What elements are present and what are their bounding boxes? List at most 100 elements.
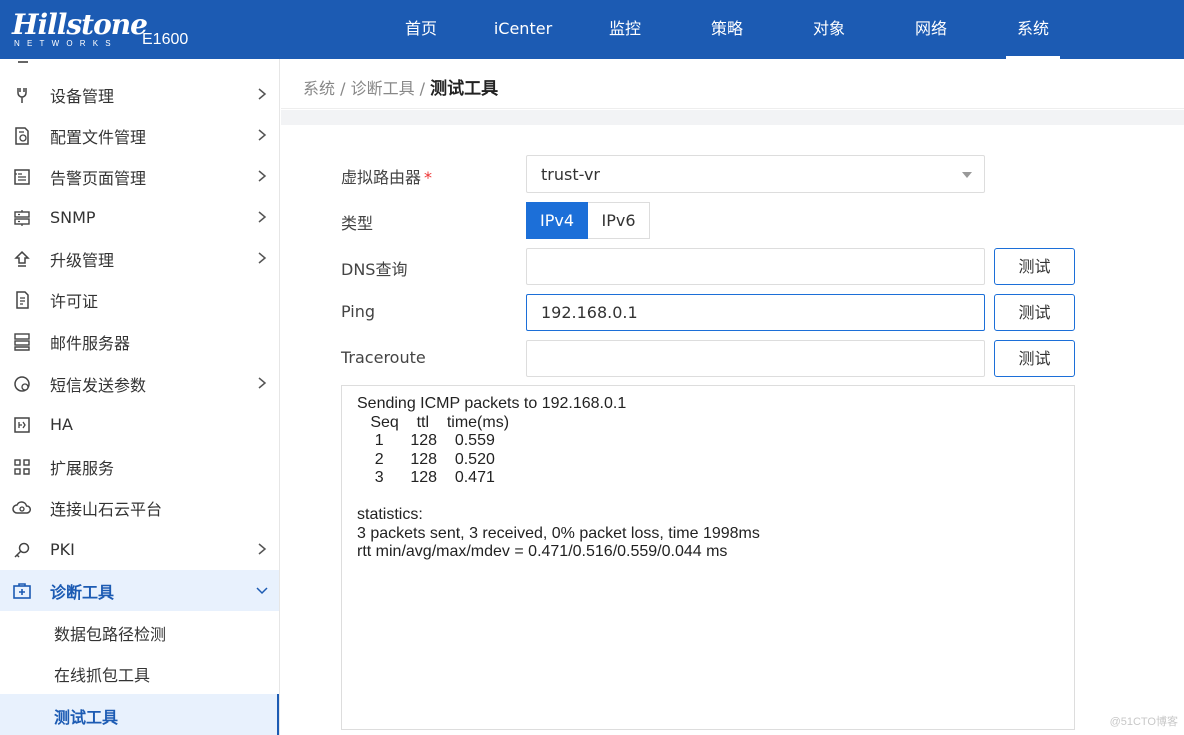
ipv4-option[interactable]: IPv4 xyxy=(526,202,588,239)
sidebar-item-label: 诊断工具 xyxy=(50,582,115,602)
sidebar-item-license[interactable]: 许可证 xyxy=(0,279,279,320)
vr-label-text: 虚拟路由器 xyxy=(341,168,422,187)
breadcrumb-current: 测试工具 xyxy=(430,79,499,99)
sidebar-subitem-label: 在线抓包工具 xyxy=(54,666,151,685)
sidebar-item-pki[interactable]: PKI xyxy=(0,529,279,570)
breadcrumb-bar: 系统 / 诊断工具 / 测试工具 xyxy=(281,59,1184,109)
nav-object[interactable]: 对象 xyxy=(778,0,880,59)
sidebar-item-snmp[interactable]: SNMP xyxy=(0,197,279,238)
caret-down-icon xyxy=(962,172,972,178)
hillstone-logo[interactable]: Hillstone NETWORKS xyxy=(12,10,148,50)
breadcrumb-path[interactable]: 系统 / 诊断工具 / xyxy=(303,79,430,98)
ping-label: Ping xyxy=(341,302,376,321)
sidebar-item-label: 升级管理 xyxy=(50,250,115,270)
nav-system[interactable]: 系统 xyxy=(982,0,1084,59)
traceroute-input[interactable] xyxy=(526,340,985,377)
output-line: 1 128 0.559 xyxy=(357,432,495,449)
output-line: statistics: xyxy=(357,506,423,523)
sidebar-item-sms[interactable]: 短信发送参数 xyxy=(0,363,279,404)
cloud-icon xyxy=(12,501,31,514)
sidebar-item-mail-server[interactable]: 邮件服务器 xyxy=(0,321,279,362)
sidebar-item-config-file[interactable]: 配置文件管理 xyxy=(0,115,279,156)
top-navbar: Hillstone NETWORKS E1600 首页 iCenter 监控 策… xyxy=(0,0,1184,59)
traceroute-label: Traceroute xyxy=(341,348,426,367)
sidebar-subitem-packet-path[interactable]: 数据包路径检测 xyxy=(0,611,279,652)
wrench-icon xyxy=(17,88,27,103)
sms-icon xyxy=(14,376,30,392)
chevron-right-icon xyxy=(258,543,267,555)
key-icon xyxy=(14,542,30,558)
ip-type-toggle: IPv4 IPv6 xyxy=(526,202,650,239)
sidebar-scroll-edge xyxy=(18,59,28,63)
sidebar-item-label: SNMP xyxy=(50,208,96,227)
nav-monitor[interactable]: 监控 xyxy=(574,0,676,59)
logo-brand-text: Hillstone xyxy=(12,8,148,41)
sidebar-item-diagnostic-tools[interactable]: 诊断工具 xyxy=(0,570,279,611)
dns-test-button[interactable]: 测试 xyxy=(994,248,1075,285)
sidebar-item-label: 配置文件管理 xyxy=(50,127,147,147)
main-nav: 首页 iCenter 监控 策略 对象 网络 系统 xyxy=(370,0,1084,59)
sidebar-item-upgrade[interactable]: 升级管理 xyxy=(0,238,279,279)
sidebar-item-label: 告警页面管理 xyxy=(50,168,147,188)
vr-label: 虚拟路由器 * xyxy=(341,164,432,188)
traceroute-test-button[interactable]: 测试 xyxy=(994,340,1075,377)
output-line: rtt min/avg/max/mdev = 0.471/0.516/0.559… xyxy=(357,543,728,560)
sidebar-item-label: 短信发送参数 xyxy=(50,375,147,395)
ipv6-option[interactable]: IPv6 xyxy=(588,202,650,239)
sidebar-subitem-packet-capture[interactable]: 在线抓包工具 xyxy=(0,652,279,693)
content-separator xyxy=(281,110,1184,125)
chevron-right-icon xyxy=(258,377,267,389)
sidebar-item-cloud-platform[interactable]: 连接山石云平台 xyxy=(0,487,279,528)
virtual-router-value: trust-vr xyxy=(541,165,600,184)
ping-input[interactable]: 192.168.0.1 xyxy=(526,294,985,331)
license-icon xyxy=(16,291,29,309)
sidebar-subitem-test-tools[interactable]: 测试工具 xyxy=(0,694,279,735)
sidebar-item-label: 设备管理 xyxy=(50,86,115,106)
dns-label: DNS查询 xyxy=(341,260,408,279)
sidebar-item-label: 许可证 xyxy=(50,291,99,311)
chevron-right-icon xyxy=(258,129,267,141)
type-label: 类型 xyxy=(341,214,374,233)
sidebar-item-label: HA xyxy=(50,415,73,434)
chevron-right-icon xyxy=(258,88,267,100)
sidebar-item-extension[interactable]: 扩展服务 xyxy=(0,446,279,487)
sidebar-item-label: 邮件服务器 xyxy=(50,333,131,353)
nav-icenter[interactable]: iCenter xyxy=(472,0,574,59)
sidebar-item-ha[interactable]: HA xyxy=(0,404,279,445)
sidebar-subitem-label: 测试工具 xyxy=(54,708,119,727)
sidebar: 设备管理 配置文件管理 告警页面管理 SNMP 升级管理 许可证 邮件服务器 短… xyxy=(0,59,280,735)
device-model: E1600 xyxy=(142,31,189,48)
snmp-icon xyxy=(14,210,30,226)
medical-kit-icon xyxy=(13,583,31,599)
sidebar-item-device-management[interactable]: 设备管理 xyxy=(0,74,279,115)
upgrade-icon xyxy=(14,250,30,267)
nav-home[interactable]: 首页 xyxy=(370,0,472,59)
virtual-router-select[interactable]: trust-vr xyxy=(526,155,985,193)
dns-input[interactable] xyxy=(526,248,985,285)
output-line: 3 128 0.471 xyxy=(357,469,495,486)
nav-policy[interactable]: 策略 xyxy=(676,0,778,59)
sidebar-item-label: 扩展服务 xyxy=(50,458,115,478)
config-file-icon xyxy=(15,127,29,145)
sidebar-item-alarm-page[interactable]: 告警页面管理 xyxy=(0,156,279,197)
nav-network[interactable]: 网络 xyxy=(880,0,982,59)
output-line: 2 128 0.520 xyxy=(357,450,495,468)
watermark: @51CTO博客 xyxy=(1109,716,1178,728)
result-output[interactable]: Sending ICMP packets to 192.168.0.1 Seq … xyxy=(341,385,1075,730)
mail-server-icon xyxy=(14,333,30,351)
sidebar-subitem-label: 数据包路径检测 xyxy=(54,625,167,644)
alarm-page-icon xyxy=(14,169,30,185)
breadcrumb: 系统 / 诊断工具 / 测试工具 xyxy=(303,74,498,99)
ping-test-button[interactable]: 测试 xyxy=(994,294,1075,331)
output-line: 3 packets sent, 3 received, 0% packet lo… xyxy=(357,524,760,542)
chevron-right-icon xyxy=(258,170,267,182)
sidebar-item-label: 连接山石云平台 xyxy=(50,499,163,519)
output-line: Seq ttl time(ms) xyxy=(357,413,510,431)
output-line: Sending ICMP packets to 192.168.0.1 xyxy=(357,395,627,412)
chevron-down-icon xyxy=(256,587,268,595)
logo-sub-text: NETWORKS xyxy=(14,39,118,48)
extension-icon xyxy=(14,459,30,475)
required-mark: * xyxy=(424,168,433,187)
sidebar-item-label: PKI xyxy=(50,540,75,559)
